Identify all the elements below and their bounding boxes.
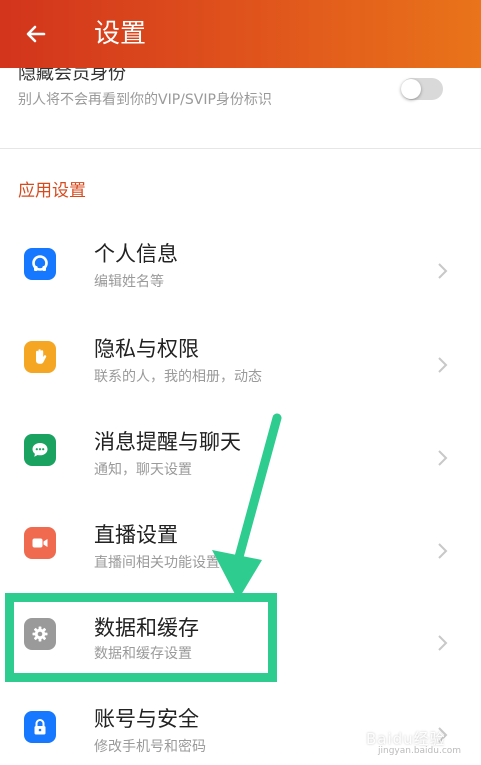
- highlight-box: [5, 593, 277, 682]
- section-divider: [0, 148, 481, 149]
- chevron-right-icon: [438, 635, 448, 651]
- back-button[interactable]: [18, 16, 54, 52]
- item-title: 隐私与权限: [94, 337, 199, 361]
- video-camera-icon: [24, 527, 56, 559]
- item-title: 消息提醒与聊天: [94, 430, 241, 454]
- item-title: 直播设置: [94, 523, 178, 547]
- item-title: 账号与安全: [94, 707, 199, 731]
- hand-icon: [24, 341, 56, 373]
- section-title-app-settings: 应用设置: [18, 181, 86, 201]
- item-subtitle: 联系的人，我的相册，动态: [94, 369, 262, 385]
- item-subtitle: 直播间相关功能设置: [94, 555, 220, 571]
- settings-item-live-stream[interactable]: 直播设置 直播间相关功能设置: [0, 495, 481, 588]
- page-title: 设置: [94, 19, 147, 49]
- settings-item-privacy[interactable]: 隐私与权限 联系的人，我的相册，动态: [0, 309, 481, 402]
- item-subtitle: 修改手机号和密码: [94, 739, 206, 755]
- settings-item-messages[interactable]: 消息提醒与聊天 通知，聊天设置: [0, 402, 481, 495]
- lock-icon: [24, 711, 56, 743]
- settings-item-personal-info[interactable]: 个人信息 编辑姓名等: [0, 216, 481, 309]
- toggle-knob: [401, 79, 421, 99]
- item-subtitle: 编辑姓名等: [94, 274, 164, 290]
- chevron-right-icon: [438, 543, 448, 559]
- chevron-right-icon: [438, 357, 448, 373]
- baidu-watermark: Baidu经验 jingyan.baidu.com: [358, 712, 462, 758]
- hide-vip-row: 隐藏会员身份 别人将不会再看到你的VIP/SVIP身份标识: [0, 54, 481, 148]
- chevron-right-icon: [438, 263, 448, 279]
- app-header: 设置: [0, 0, 481, 68]
- arrow-left-icon: [26, 25, 46, 43]
- hide-vip-subtitle: 别人将不会再看到你的VIP/SVIP身份标识: [18, 92, 272, 108]
- watermark-url: jingyan.baidu.com: [378, 746, 462, 756]
- chevron-right-icon: [438, 450, 448, 466]
- item-subtitle: 通知，聊天设置: [94, 462, 192, 478]
- hide-vip-toggle[interactable]: [401, 78, 443, 100]
- person-icon: [24, 248, 56, 280]
- chat-bubble-icon: [24, 434, 56, 466]
- item-title: 个人信息: [94, 242, 178, 266]
